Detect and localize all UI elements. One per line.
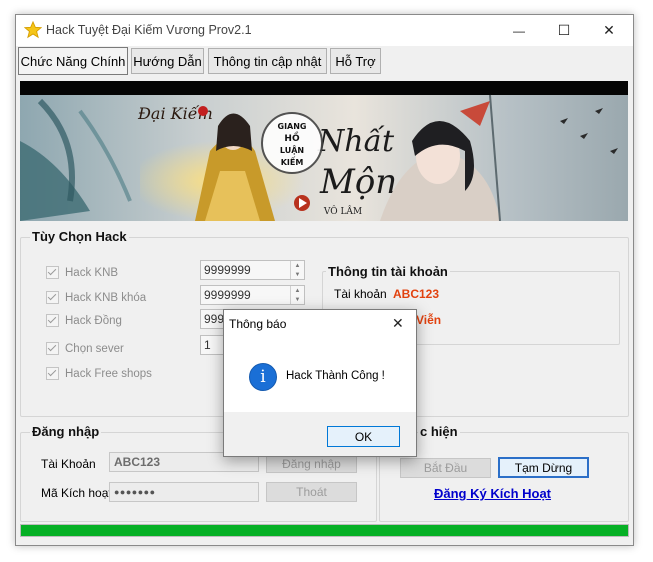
knb-locked-amount-stepper[interactable]: 9999999 ▲ ▼ xyxy=(200,285,305,305)
close-icon: ✕ xyxy=(603,22,615,38)
progress-bar xyxy=(20,524,629,537)
account-info-title: Thông tin tài khoản xyxy=(326,264,450,279)
register-activation-link[interactable]: Đăng Ký Kích Hoạt xyxy=(434,486,551,501)
login-account-label: Tài Khoản xyxy=(41,457,96,471)
minimize-button[interactable]: — xyxy=(496,15,542,46)
tab-update-info[interactable]: Thông tin cập nhật xyxy=(208,48,327,74)
hack-knb-label: Hack KNB xyxy=(65,266,119,279)
login-title: Đăng nhập xyxy=(30,424,102,439)
dialog-title: Thông báo xyxy=(229,317,287,331)
tab-bar: Chức Năng Chính Hướng Dẫn Thông tin cập … xyxy=(16,46,633,78)
checkbox-mark xyxy=(46,291,59,304)
hack-knb-locked-label: Hack KNB khóa xyxy=(65,291,147,304)
dialog-close-icon[interactable]: ✕ xyxy=(392,315,404,332)
tab-guide[interactable]: Hướng Dẫn xyxy=(131,48,204,74)
title-bar[interactable]: Hack Tuyệt Đại Kiếm Vương Prov2.1 — ☐ ✕ xyxy=(16,15,633,46)
maximize-icon: ☐ xyxy=(557,22,571,38)
hack-free-shops-checkbox[interactable]: Hack Free shops xyxy=(46,367,152,380)
account-info-value: ABC123 xyxy=(393,287,440,301)
minimize-icon: — xyxy=(513,23,525,38)
banner-calligraphy-text: Nhất xyxy=(317,124,395,159)
message-dialog: Thông báo ✕ i Hack Thành Công ! OK xyxy=(223,309,417,457)
logout-button[interactable]: Thoát xyxy=(266,482,357,502)
server-value: 1 xyxy=(204,338,211,352)
hack-knb-locked-checkbox[interactable]: Hack KNB khóa xyxy=(46,291,146,304)
main-window: Hack Tuyệt Đại Kiếm Vương Prov2.1 — ☐ ✕ … xyxy=(15,14,634,546)
svg-text:LUẬN: LUẬN xyxy=(280,145,304,155)
star-icon xyxy=(24,21,42,39)
pause-button[interactable]: Tạm Dừng xyxy=(498,457,589,478)
svg-text:GIANG: GIANG xyxy=(278,122,307,131)
down-arrow-icon: ▼ xyxy=(294,296,301,303)
checkbox-mark xyxy=(46,314,59,327)
hack-dong-checkbox[interactable]: Hack Đồng xyxy=(46,314,122,327)
knb-locked-stepper-arrows[interactable]: ▲ ▼ xyxy=(290,286,304,304)
account-info-label: Tài khoản xyxy=(334,287,387,301)
dong-amount-value: 999 xyxy=(204,312,225,326)
knb-amount-value: 9999999 xyxy=(204,263,251,277)
knb-amount-stepper[interactable]: 9999999 ▲ ▼ xyxy=(200,260,305,280)
execute-title: c hiện xyxy=(418,424,460,439)
window-title: Hack Tuyệt Đại Kiếm Vương Prov2.1 xyxy=(46,23,252,37)
hack-knb-checkbox[interactable]: Hack KNB xyxy=(46,266,118,279)
checkbox-mark xyxy=(46,367,59,380)
knb-locked-amount-value: 9999999 xyxy=(204,288,251,302)
maximize-button[interactable]: ☐ xyxy=(541,15,587,46)
tab-support[interactable]: Hỗ Trợ xyxy=(330,48,381,74)
close-button[interactable]: ✕ xyxy=(586,15,632,46)
info-icon: i xyxy=(249,363,277,391)
svg-text:VÔ LÂM: VÔ LÂM xyxy=(323,205,362,217)
select-server-label: Chọn sever xyxy=(65,342,124,355)
dialog-ok-button[interactable]: OK xyxy=(327,426,400,447)
banner-artwork: Nhất Mộng GIANG HỒ LUẬN KIẾM VÔ LÂM Đại … xyxy=(20,81,628,221)
down-arrow-icon: ▼ xyxy=(294,271,301,278)
checkbox-mark xyxy=(46,342,59,355)
game-banner: Nhất Mộng GIANG HỒ LUẬN KIẾM VÔ LÂM Đại … xyxy=(20,81,628,221)
activation-code-label: Mã Kích hoạt xyxy=(41,486,112,500)
account-rank-value: Viễn xyxy=(416,313,442,327)
hack-options-title: Tùy Chọn Hack xyxy=(30,229,129,244)
knb-stepper-arrows[interactable]: ▲ ▼ xyxy=(290,261,304,279)
start-button[interactable]: Bắt Đầu xyxy=(400,458,491,478)
checkbox-mark xyxy=(46,266,59,279)
dialog-message: Hack Thành Công ! xyxy=(286,370,385,382)
select-server-checkbox[interactable]: Chọn sever xyxy=(46,342,124,355)
hack-dong-label: Hack Đồng xyxy=(65,314,122,327)
progress-fill xyxy=(21,525,628,536)
activation-code-input[interactable]: ●●●●●●● xyxy=(109,482,259,502)
hack-free-shops-label: Hack Free shops xyxy=(65,367,152,380)
up-arrow-icon: ▲ xyxy=(294,262,301,269)
up-arrow-icon: ▲ xyxy=(294,287,301,294)
tab-main-functions[interactable]: Chức Năng Chính xyxy=(18,47,128,75)
